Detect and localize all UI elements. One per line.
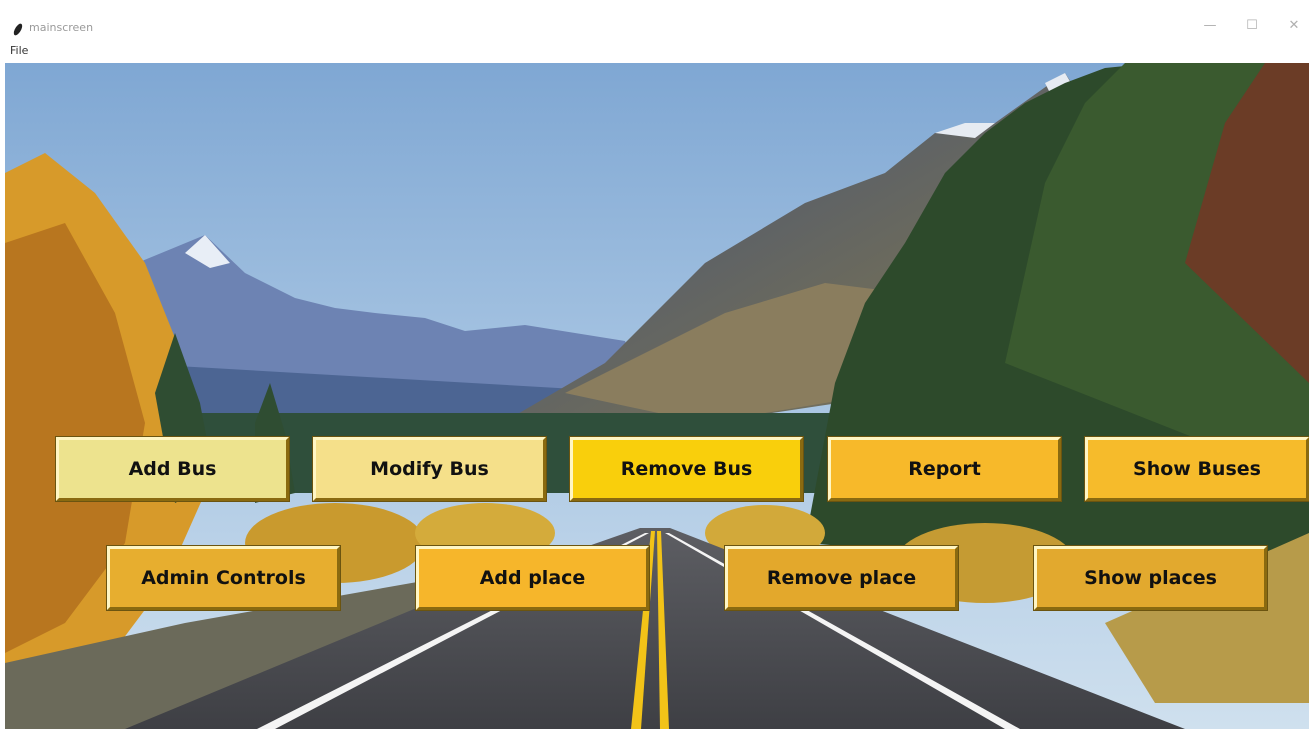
menu-bar: File xyxy=(0,42,1309,62)
add-bus-button[interactable]: Add Bus xyxy=(55,436,290,502)
app-feather-icon xyxy=(12,22,24,37)
menu-file[interactable]: File xyxy=(10,44,28,57)
minimize-button[interactable]: — xyxy=(1194,16,1226,36)
modify-bus-button[interactable]: Modify Bus xyxy=(312,436,547,502)
report-button[interactable]: Report xyxy=(827,436,1062,502)
show-buses-button[interactable]: Show Buses xyxy=(1084,436,1309,502)
background-image xyxy=(5,63,1309,729)
add-place-button[interactable]: Add place xyxy=(415,545,650,611)
remove-place-button[interactable]: Remove place xyxy=(724,545,959,611)
admin-controls-button[interactable]: Admin Controls xyxy=(106,545,341,611)
title-bar: mainscreen — ☐ ✕ xyxy=(0,10,1309,42)
show-places-button[interactable]: Show places xyxy=(1033,545,1268,611)
remove-bus-button[interactable]: Remove Bus xyxy=(569,436,804,502)
landscape-illustration xyxy=(5,63,1309,729)
close-button[interactable]: ✕ xyxy=(1278,16,1309,36)
window-title: mainscreen xyxy=(29,21,94,34)
maximize-button[interactable]: ☐ xyxy=(1236,16,1268,36)
